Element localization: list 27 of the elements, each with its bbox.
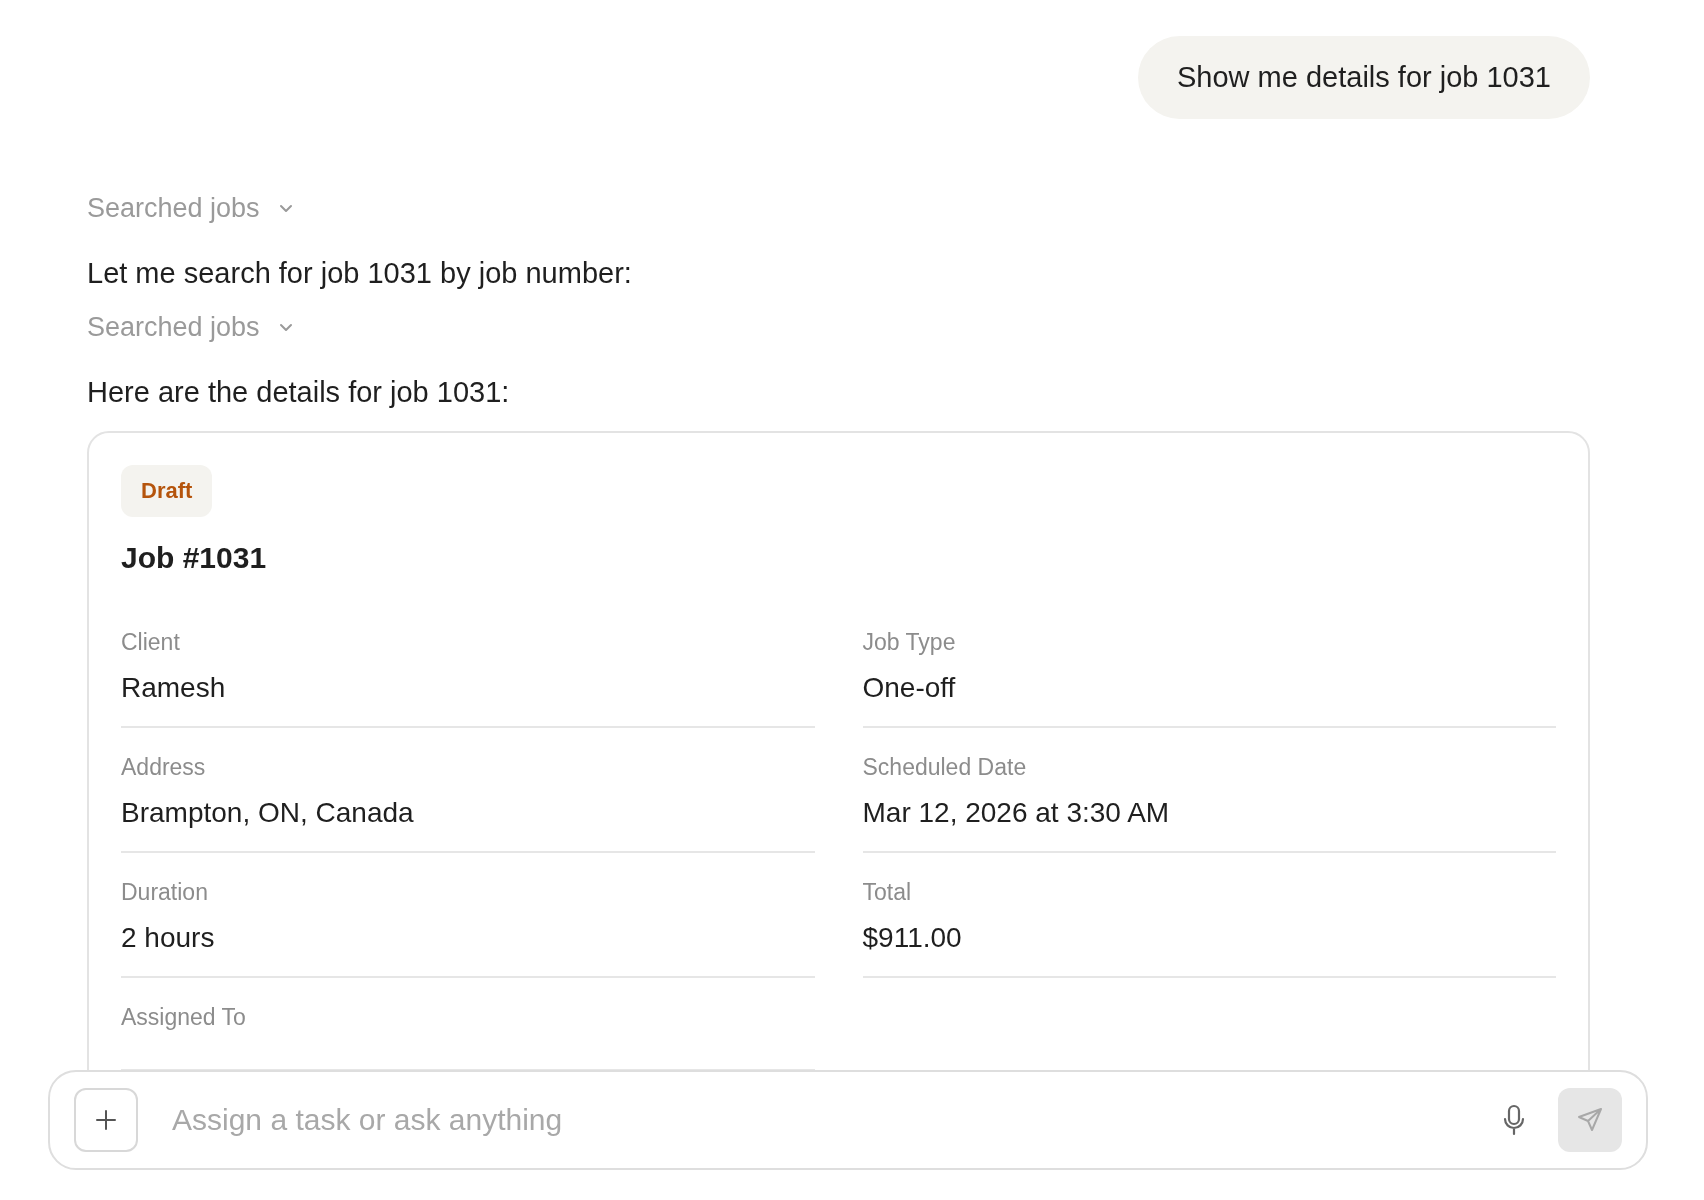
chevron-down-icon <box>277 203 294 214</box>
field-value: 2 hours <box>121 922 216 954</box>
user-message: Show me details for job 1031 <box>1138 36 1590 119</box>
chevron-down-icon <box>277 322 294 333</box>
job-title: Job #1031 <box>121 541 268 575</box>
plus-icon <box>95 1109 117 1131</box>
assistant-message: Here are the details for job 1031: <box>87 376 511 409</box>
microphone-icon[interactable] <box>1502 1104 1526 1136</box>
field-value: Mar 12, 2026 at 3:30 AM <box>862 797 1171 829</box>
tool-call-toggle[interactable]: Searched jobs <box>87 312 294 343</box>
field-label: Scheduled Date <box>862 754 1028 781</box>
field-value: One-off <box>862 672 957 704</box>
send-icon <box>1576 1106 1604 1134</box>
field-value: Ramesh <box>121 672 227 704</box>
status-badge: Draft <box>121 465 213 517</box>
field-label: Client <box>121 629 181 656</box>
field-label: Job Type <box>862 629 957 656</box>
field-value: $911.00 <box>862 922 963 954</box>
tool-call-toggle[interactable]: Searched jobs <box>87 193 294 224</box>
message-composer[interactable]: Assign a task or ask anything <box>48 1070 1648 1170</box>
add-button[interactable] <box>74 1088 138 1152</box>
field-label: Total <box>862 879 913 906</box>
assistant-message: Let me search for job 1031 by job number: <box>87 257 633 290</box>
field-label: Duration <box>121 879 209 906</box>
field-label: Assigned To <box>121 1004 247 1031</box>
field-label: Address <box>121 754 207 781</box>
field-value: Brampton, ON, Canada <box>121 797 415 829</box>
